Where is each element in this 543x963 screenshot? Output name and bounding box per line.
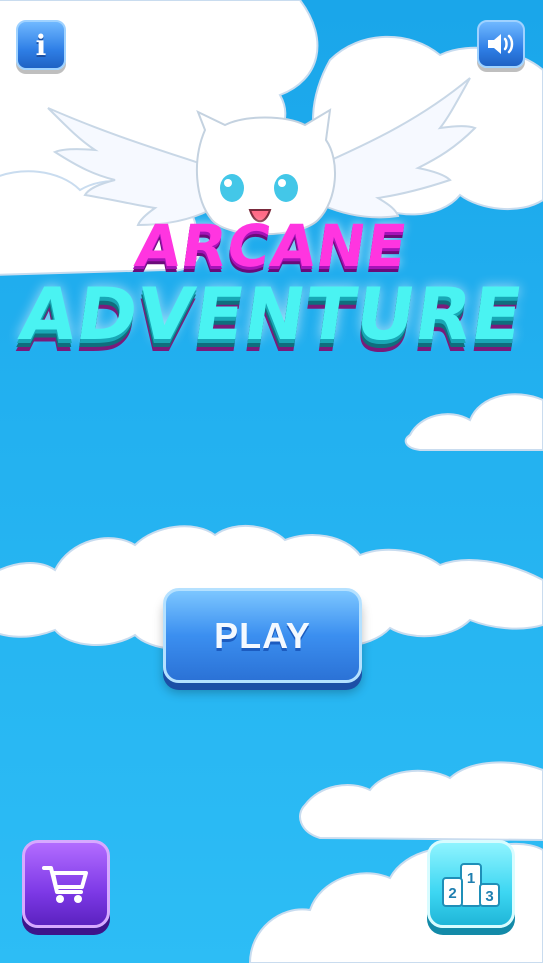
leaderboard-button[interactable]: 1 2 3 bbox=[427, 840, 515, 928]
podium-icon: 1 2 3 bbox=[442, 863, 500, 907]
play-button[interactable]: PLAY bbox=[163, 588, 362, 683]
info-button[interactable]: i bbox=[16, 20, 66, 70]
first-place-number: 1 bbox=[467, 870, 475, 887]
mascot-illustration bbox=[47, 77, 477, 236]
left-wing bbox=[47, 107, 212, 227]
right-wing bbox=[318, 77, 477, 219]
game-title-line1: ARCANE bbox=[131, 212, 412, 280]
play-button-label: PLAY bbox=[214, 614, 311, 656]
shop-button[interactable] bbox=[22, 840, 110, 928]
speaker-icon bbox=[488, 34, 514, 54]
third-place-number: 3 bbox=[485, 888, 493, 905]
game-title-line2: ADVENTURE bbox=[14, 272, 529, 356]
second-place-number: 2 bbox=[448, 885, 456, 902]
shopping-cart-icon bbox=[42, 866, 88, 903]
sound-button[interactable] bbox=[477, 20, 525, 68]
info-icon: i bbox=[35, 28, 47, 62]
